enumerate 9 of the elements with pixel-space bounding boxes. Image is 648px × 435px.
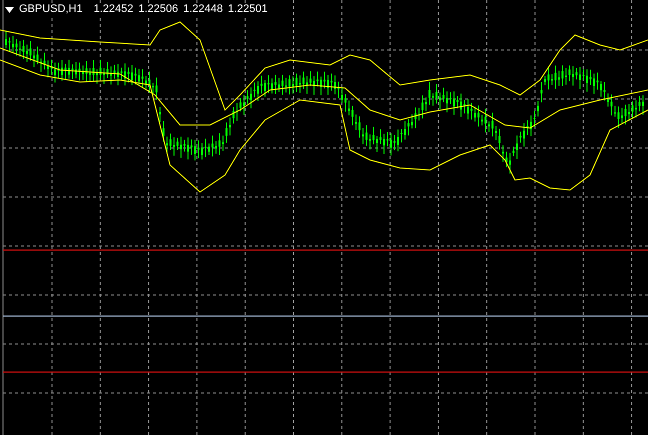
symbol-label: GBPUSD,H1 <box>19 4 83 15</box>
horizontal-level-line[interactable] <box>3 372 648 373</box>
price-quote: 1.22506 <box>138 4 178 15</box>
price-quote: 1.22452 <box>94 4 134 15</box>
price-quote: 1.22501 <box>228 4 268 15</box>
dropdown-triangle-icon[interactable] <box>5 6 14 12</box>
horizontal-level-line[interactable] <box>3 250 648 251</box>
horizontal-level-line[interactable] <box>3 316 648 317</box>
price-quote: 1.22448 <box>183 4 223 15</box>
